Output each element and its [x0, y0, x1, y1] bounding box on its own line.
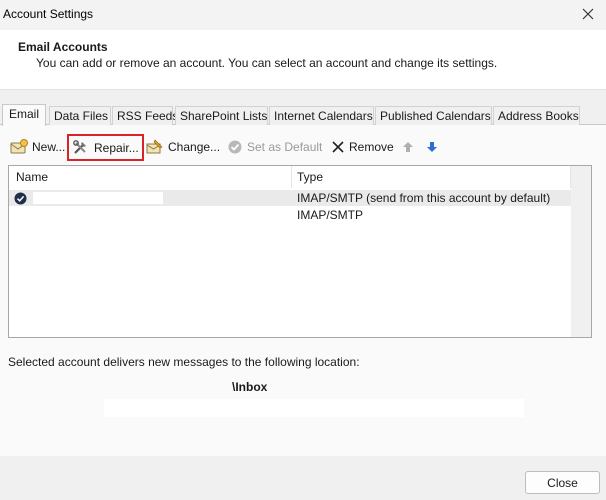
- delivery-location: \Inbox: [232, 380, 268, 394]
- tab-sharepoint-lists[interactable]: SharePoint Lists: [175, 106, 268, 125]
- account-type: IMAP/SMTP: [297, 208, 364, 222]
- window-title: Account Settings: [3, 7, 94, 21]
- move-down-button[interactable]: [426, 136, 442, 158]
- tab-strip: Email Data Files RSS Feeds SharePoint Li…: [0, 104, 606, 126]
- column-header-type[interactable]: Type: [292, 166, 571, 188]
- account-type: IMAP/SMTP (send from this account by def…: [297, 191, 551, 205]
- repair-button[interactable]: Repair...: [67, 134, 144, 161]
- repair-tools-icon: [73, 139, 86, 154]
- redacted-area: [97, 375, 235, 392]
- repair-button-label: Repair...: [94, 140, 139, 155]
- new-button[interactable]: New...: [10, 136, 65, 158]
- tab-address-books[interactable]: Address Books: [493, 106, 580, 125]
- change-account-icon: [146, 139, 163, 154]
- close-icon[interactable]: [578, 4, 598, 24]
- tab-published-calendars[interactable]: Published Calendars: [375, 106, 492, 125]
- change-button-label: Change...: [168, 140, 221, 154]
- title-bar: Account Settings: [0, 0, 606, 30]
- section-subtitle: You can add or remove an account. You ca…: [36, 56, 498, 70]
- account-name: [33, 209, 163, 221]
- remove-button[interactable]: Remove: [331, 136, 394, 158]
- header-panel: Email Accounts You can add or remove an …: [0, 30, 606, 90]
- section-title: Email Accounts: [18, 40, 108, 54]
- toolbar: New... Repair... Change... Set as Defaul…: [0, 134, 606, 161]
- default-account-check-icon: [14, 192, 27, 205]
- set-default-label: Set as Default: [247, 140, 323, 154]
- new-button-label: New...: [32, 140, 66, 154]
- redacted-area: [104, 399, 524, 417]
- change-button[interactable]: Change...: [146, 136, 220, 158]
- tab-internet-calendars[interactable]: Internet Calendars: [269, 106, 374, 125]
- tab-email[interactable]: Email: [2, 104, 46, 126]
- account-list[interactable]: Name Type IMAP/SMTP (send from this acco…: [8, 165, 592, 338]
- account-row[interactable]: IMAP/SMTP: [9, 207, 571, 223]
- column-header-name[interactable]: Name: [9, 166, 292, 188]
- tab-rss-feeds[interactable]: RSS Feeds: [112, 106, 178, 125]
- set-default-button[interactable]: Set as Default: [227, 136, 322, 158]
- arrow-up-icon: [403, 142, 413, 152]
- tab-data-files[interactable]: Data Files: [49, 106, 111, 125]
- account-row[interactable]: IMAP/SMTP (send from this account by def…: [9, 190, 571, 206]
- list-scroll-area: [571, 166, 591, 337]
- set-default-check-icon: [228, 140, 242, 154]
- delivery-label: Selected account delivers new messages t…: [8, 355, 360, 369]
- arrow-down-icon: [427, 142, 437, 152]
- new-account-icon: [10, 139, 28, 154]
- remove-x-icon: [332, 141, 344, 153]
- move-up-button[interactable]: [402, 136, 418, 158]
- account-name: [33, 192, 163, 204]
- close-button[interactable]: Close: [525, 471, 600, 494]
- remove-button-label: Remove: [349, 140, 394, 154]
